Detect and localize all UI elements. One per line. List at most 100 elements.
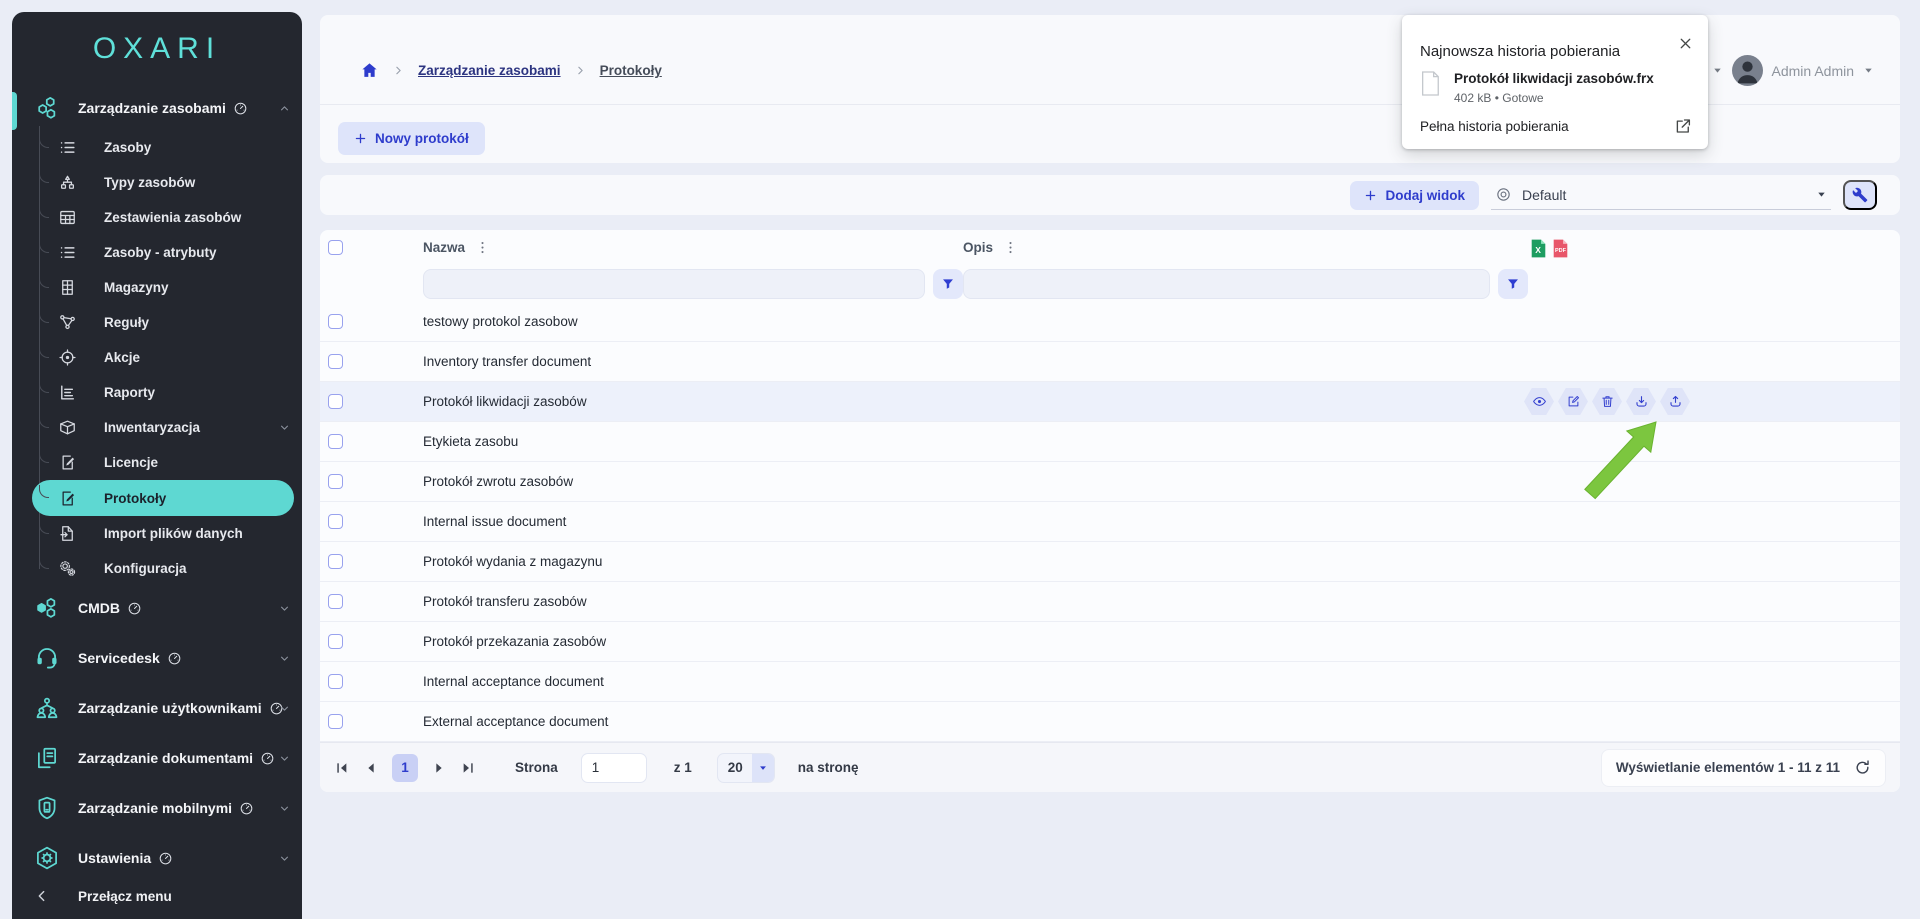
breadcrumb-link-protokoly[interactable]: Protokoły — [600, 63, 662, 78]
table-row[interactable]: Protokół likwidacji zasobów — [320, 382, 1900, 422]
table-header: Nazwa Opis X PDF — [320, 230, 1900, 266]
chevron-down-icon[interactable] — [278, 602, 291, 615]
page-size-select[interactable]: 20 — [717, 753, 775, 783]
excel-export-icon[interactable]: X — [1530, 238, 1547, 259]
description-filter-button[interactable] — [1498, 269, 1528, 299]
table-row[interactable]: Protokół wydania z magazynu — [320, 542, 1900, 582]
delete-button[interactable] — [1592, 388, 1622, 415]
view-button[interactable] — [1524, 388, 1554, 415]
settings-icon — [34, 845, 60, 871]
row-actions — [1524, 388, 1690, 415]
edit-button[interactable] — [1558, 388, 1588, 415]
sidebar-item-akcje[interactable]: Akcje — [12, 340, 302, 375]
row-checkbox[interactable] — [328, 674, 343, 689]
description-filter-input[interactable] — [963, 269, 1490, 299]
sidebar-item-zasoby[interactable]: Zasoby — [12, 130, 302, 165]
sidebar-item-raporty[interactable]: Raporty — [12, 375, 302, 410]
current-page-button[interactable]: 1 — [392, 754, 418, 782]
first-page-icon[interactable] — [334, 760, 350, 776]
sidebar-item-servicedesk[interactable]: Servicedesk — [12, 636, 302, 680]
previous-page-icon[interactable] — [363, 760, 379, 776]
column-menu-icon[interactable] — [475, 240, 490, 255]
sidebar-item-zarządzanie-zasobami[interactable]: Zarządzanie zasobami — [12, 86, 302, 130]
downloaded-file-name[interactable]: Protokół likwidacji zasobów.frx — [1454, 71, 1654, 86]
refresh-icon[interactable] — [1854, 759, 1871, 776]
sidebar-item-zasoby-atrybuty[interactable]: Zasoby - atrybuty — [12, 235, 302, 270]
warehouse-icon — [58, 278, 77, 297]
tree-connector — [39, 240, 49, 253]
sidebar-item-typy-zasobów[interactable]: Typy zasobów — [12, 165, 302, 200]
views-icon — [1495, 186, 1512, 203]
chevron-down-icon[interactable] — [278, 852, 291, 865]
sidebar-item-import-plików-danych[interactable]: Import plików danych — [12, 516, 302, 551]
row-checkbox[interactable] — [328, 634, 343, 649]
chevron-down-icon[interactable] — [278, 702, 291, 715]
row-checkbox[interactable] — [328, 714, 343, 729]
download-button[interactable] — [1626, 388, 1656, 415]
home-icon[interactable] — [360, 61, 379, 80]
table-row[interactable]: Internal acceptance document — [320, 662, 1900, 702]
name-filter-button[interactable] — [933, 269, 963, 299]
external-link-icon[interactable] — [1674, 117, 1692, 135]
view-selector[interactable]: Default — [1491, 180, 1831, 210]
sidebar-item-zarządzanie-mobilnymi[interactable]: Zarządzanie mobilnymi — [12, 786, 302, 830]
sidebar-item-zarządzanie-użytkownikami[interactable]: Zarządzanie użytkownikami — [12, 686, 302, 730]
row-checkbox[interactable] — [328, 314, 343, 329]
table-row[interactable]: Internal issue document — [320, 502, 1900, 542]
new-protocol-button[interactable]: Nowy protokół — [338, 122, 485, 155]
chevron-down-icon[interactable] — [278, 802, 291, 815]
row-checkbox[interactable] — [328, 434, 343, 449]
sidebar-item-magazyny[interactable]: Magazyny — [12, 270, 302, 305]
sidebar-item-reguły[interactable]: Reguły — [12, 305, 302, 340]
row-checkbox[interactable] — [328, 394, 343, 409]
caret-down-icon[interactable] — [1712, 65, 1723, 76]
full-history-link[interactable]: Pełna historia pobierania — [1420, 119, 1569, 134]
chevron-down-icon[interactable] — [278, 752, 291, 765]
sidebar-item-label: Zasoby — [104, 140, 151, 155]
page-size-value: 20 — [718, 760, 752, 775]
avatar[interactable] — [1732, 55, 1763, 86]
breadcrumb-link-zarzadzanie-zasobami[interactable]: Zarządzanie zasobami — [418, 63, 561, 78]
column-menu-icon[interactable] — [1003, 240, 1018, 255]
row-checkbox[interactable] — [328, 594, 343, 609]
table-row[interactable]: Inventory transfer document — [320, 342, 1900, 382]
sidebar-item-konfiguracja[interactable]: Konfiguracja — [12, 551, 302, 586]
sidebar-item-zestawienia-zasobów[interactable]: Zestawienia zasobów — [12, 200, 302, 235]
select-all-checkbox[interactable] — [328, 240, 343, 255]
chevron-up-icon[interactable] — [278, 102, 291, 115]
sidebar-item-label: Servicedesk — [78, 650, 160, 666]
headset-icon — [34, 645, 60, 671]
table-row[interactable]: External acceptance document — [320, 702, 1900, 742]
chevron-down-icon[interactable] — [278, 421, 291, 434]
table-row[interactable]: Protokół zwrotu zasobów — [320, 462, 1900, 502]
next-page-icon[interactable] — [431, 760, 447, 776]
sidebar-item-cmdb[interactable]: CMDB — [12, 586, 302, 630]
sidebar-item-licencje[interactable]: Licencje — [12, 445, 302, 480]
sidebar-item-protokoły[interactable]: Protokoły — [32, 480, 294, 516]
table-row[interactable]: Protokół transferu zasobów — [320, 582, 1900, 622]
name-filter-input[interactable] — [423, 269, 925, 299]
trash-icon — [1600, 394, 1615, 409]
row-checkbox[interactable] — [328, 514, 343, 529]
sidebar-item-inwentaryzacja[interactable]: Inwentaryzacja — [12, 410, 302, 445]
table-row[interactable]: Protokół przekazania zasobów — [320, 622, 1900, 662]
upload-button[interactable] — [1660, 388, 1690, 415]
row-checkbox[interactable] — [328, 474, 343, 489]
sidebar-item-zarządzanie-dokumentami[interactable]: Zarządzanie dokumentami — [12, 736, 302, 780]
pdf-export-icon[interactable]: PDF — [1552, 238, 1569, 259]
caret-down-icon[interactable] — [1863, 65, 1874, 76]
page-number-input[interactable] — [581, 753, 647, 783]
add-view-button[interactable]: Dodaj widok — [1350, 181, 1479, 210]
sidebar-submenu: Zasoby Typy zasobówZestawienia zasobówZas… — [12, 130, 302, 586]
settings-wrench-button[interactable] — [1843, 180, 1877, 210]
chevron-down-icon[interactable] — [278, 652, 291, 665]
table-row[interactable]: Etykieta zasobu — [320, 422, 1900, 462]
row-name: External acceptance document — [423, 714, 608, 729]
row-checkbox[interactable] — [328, 554, 343, 569]
sidebar-item-label: Inwentaryzacja — [104, 420, 200, 435]
row-checkbox[interactable] — [328, 354, 343, 369]
table-row[interactable]: testowy protokol zasobow — [320, 302, 1900, 342]
sidebar-toggle-menu[interactable]: Przełącz menu — [12, 873, 302, 919]
close-icon[interactable] — [1677, 35, 1694, 52]
last-page-icon[interactable] — [460, 760, 476, 776]
